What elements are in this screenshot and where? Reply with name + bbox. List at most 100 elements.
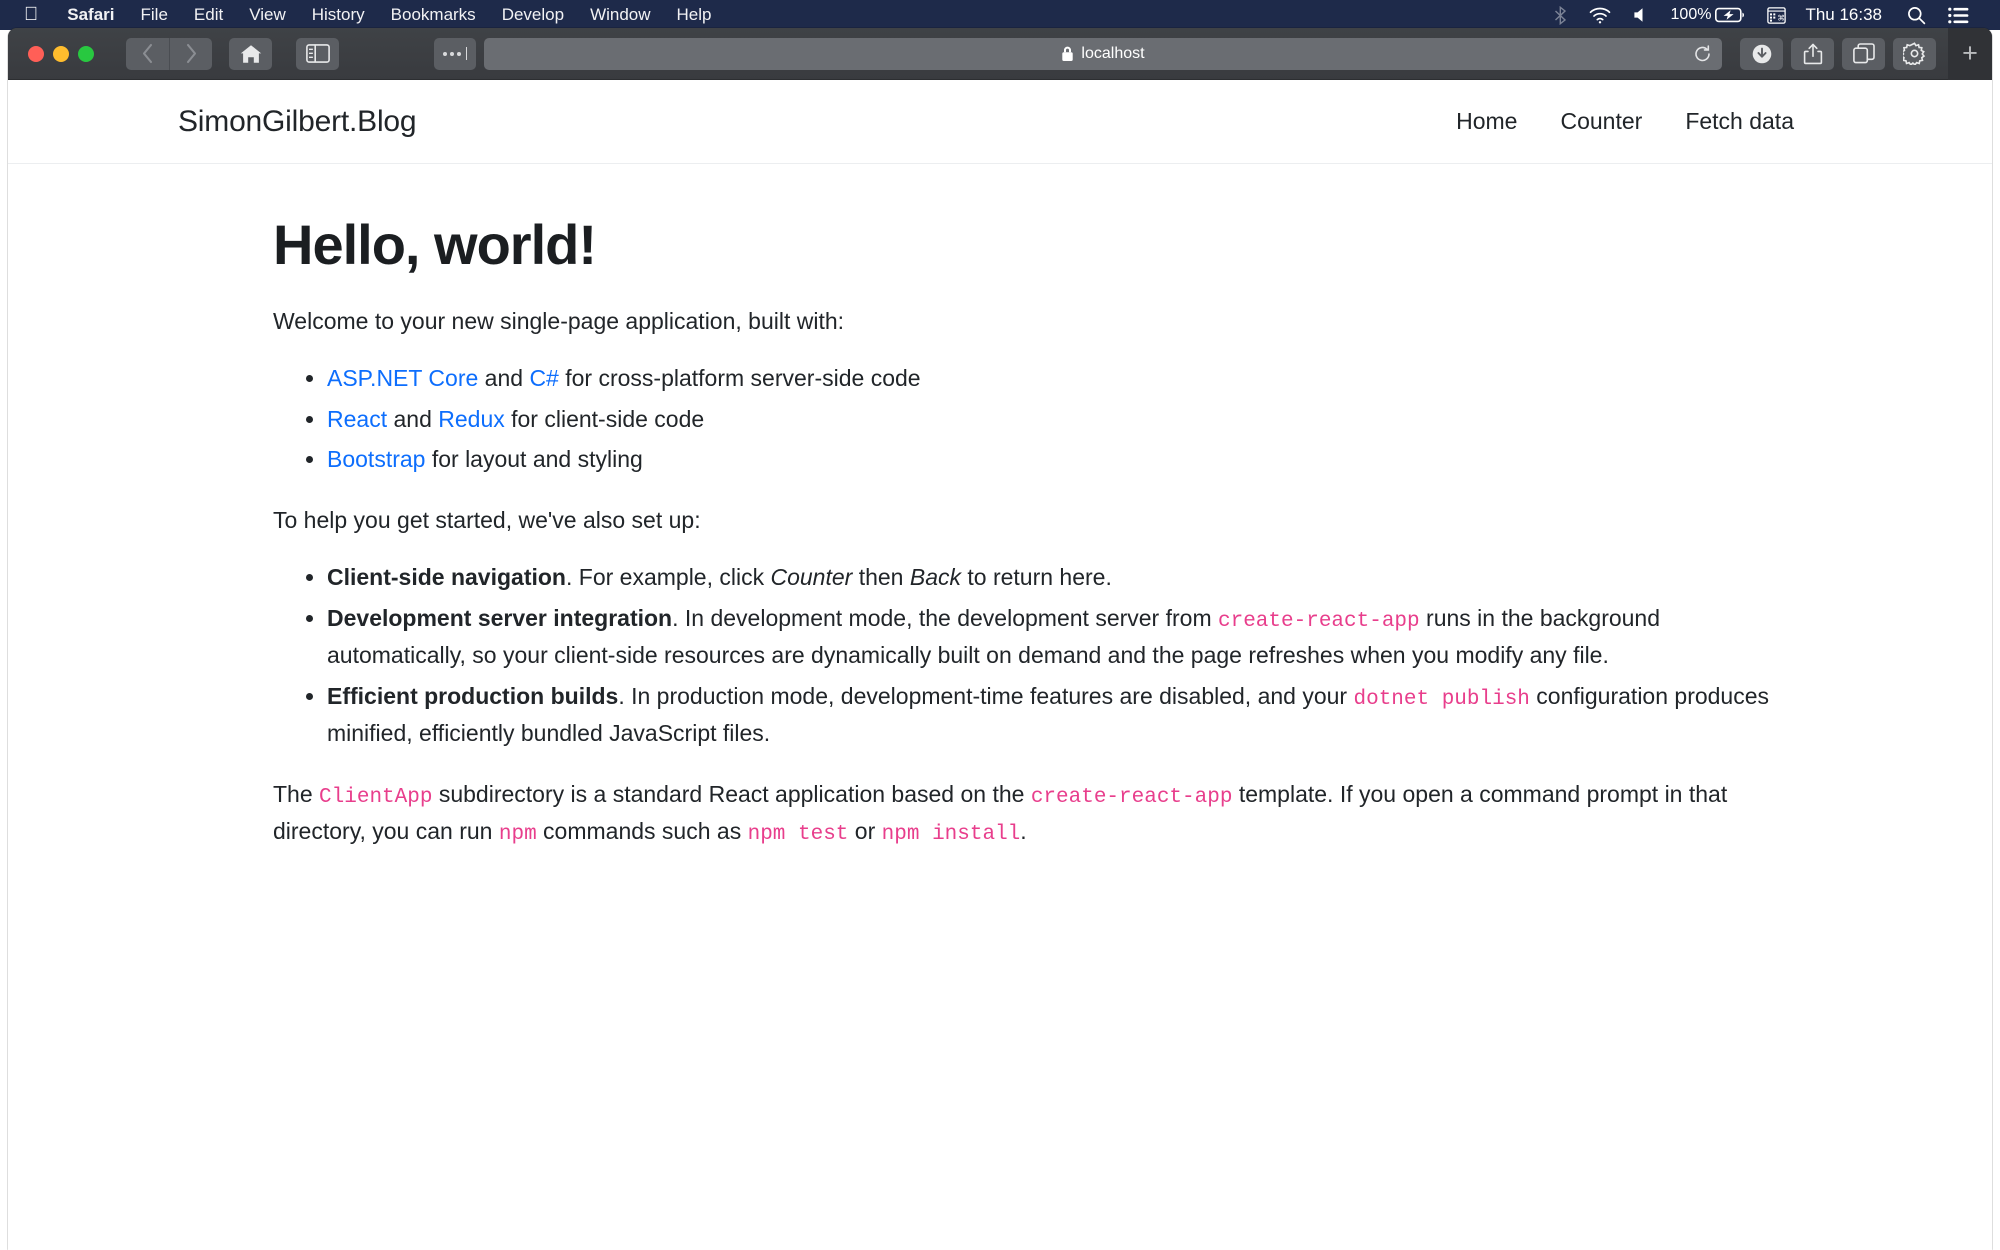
- back-button[interactable]: [126, 37, 169, 70]
- sidebar-toggle-button[interactable]: [296, 37, 339, 70]
- chevron-left-icon: [142, 43, 153, 64]
- list-item: ASP.NET Core and C# for cross-platform s…: [327, 361, 1775, 396]
- spotlight-search-icon[interactable]: [1896, 6, 1937, 25]
- feature-text: then: [852, 564, 910, 591]
- address-bar[interactable]: localhost: [484, 37, 1722, 70]
- list-item: Bootstrap for layout and styling: [327, 442, 1775, 477]
- feature-emphasis-counter: Counter: [770, 564, 853, 591]
- menu-item-file[interactable]: File: [128, 0, 181, 30]
- home-button[interactable]: [229, 37, 272, 70]
- list-item: Development server integration. In devel…: [327, 601, 1775, 673]
- downloads-icon: [1752, 44, 1771, 63]
- battery-percent-label: 100%: [1670, 6, 1712, 23]
- tech-tail-text: for layout and styling: [425, 446, 643, 473]
- site-nav-links: Home Counter Fetch data: [1456, 108, 1944, 135]
- ellipsis-dot: [442, 51, 447, 56]
- closing-text: or: [848, 817, 882, 844]
- address-bar-url-text: localhost: [1081, 44, 1145, 62]
- menu-bar-status-items: 100% ⌘ Thu 16:38: [1543, 0, 1986, 30]
- menu-item-develop[interactable]: Develop: [489, 0, 577, 30]
- nav-link-counter[interactable]: Counter: [1560, 108, 1642, 135]
- new-tab-button[interactable]: +: [1948, 28, 1992, 80]
- link-aspnet-core[interactable]: ASP.NET Core: [327, 365, 478, 391]
- home-icon: [240, 44, 261, 63]
- battery-status[interactable]: 100%: [1660, 0, 1757, 30]
- tech-mid-text: and: [387, 405, 439, 432]
- code-dotnet-publish: dotnet publish: [1353, 688, 1530, 712]
- menu-item-help[interactable]: Help: [664, 0, 725, 30]
- feature-emphasis-back: Back: [909, 564, 961, 591]
- nav-link-fetch-data[interactable]: Fetch data: [1685, 108, 1794, 135]
- closing-paragraph: The ClientApp subdirectory is a standard…: [273, 777, 1775, 851]
- menu-bar-app-menus:  Safari File Edit View History Bookmark…: [14, 0, 725, 30]
- menu-item-bookmarks[interactable]: Bookmarks: [378, 0, 489, 30]
- closing-text: .: [1020, 817, 1027, 844]
- code-clientapp: ClientApp: [319, 786, 433, 810]
- forward-button[interactable]: [169, 37, 212, 70]
- extensions-overflow-button[interactable]: [434, 37, 476, 70]
- volume-icon[interactable]: [1622, 7, 1660, 23]
- sidebar-icon: [305, 44, 330, 63]
- input-source-icon[interactable]: ⌘: [1756, 6, 1797, 24]
- tab-overview-icon: [1852, 43, 1875, 64]
- menu-item-window[interactable]: Window: [577, 0, 663, 30]
- share-button[interactable]: [1791, 37, 1834, 70]
- battery-charging-icon: [1715, 7, 1745, 23]
- closing-text: The: [273, 781, 320, 808]
- close-window-button[interactable]: [28, 45, 44, 62]
- list-item: Efficient production builds. In producti…: [327, 679, 1775, 751]
- tech-mid-text: and: [478, 364, 530, 391]
- menu-bar-clock[interactable]: Thu 16:38: [1797, 0, 1896, 30]
- site-brand[interactable]: SimonGilbert.Blog: [48, 105, 417, 139]
- reload-button[interactable]: [1693, 44, 1712, 63]
- code-create-react-app: create-react-app: [1030, 786, 1233, 810]
- list-item: React and Redux for client-side code: [327, 402, 1775, 437]
- navigation-button-group: [126, 37, 212, 70]
- control-center-icon[interactable]: [1937, 7, 1980, 24]
- link-redux[interactable]: Redux: [438, 406, 504, 432]
- nav-link-home[interactable]: Home: [1456, 108, 1517, 135]
- address-bar-content: localhost: [1061, 44, 1145, 63]
- link-bootstrap[interactable]: Bootstrap: [327, 446, 425, 472]
- feature-text: . In development mode, the development s…: [672, 605, 1218, 632]
- feature-title: Client-side navigation: [327, 564, 566, 591]
- downloads-button[interactable]: [1740, 37, 1783, 70]
- code-npm: npm: [498, 822, 537, 846]
- feature-text: . In production mode, development-time f…: [618, 683, 1354, 710]
- web-page-viewport: SimonGilbert.Blog Home Counter Fetch dat…: [8, 80, 1992, 1250]
- closing-text: subdirectory is a standard React applica…: [432, 781, 1031, 808]
- page-title: Hello, world!: [273, 213, 597, 276]
- safari-toolbar: localhost +: [8, 28, 1992, 80]
- feature-title: Development server integration: [327, 605, 673, 632]
- menu-item-history[interactable]: History: [299, 0, 378, 30]
- link-react[interactable]: React: [327, 406, 387, 432]
- tech-tail-text: for client-side code: [504, 405, 705, 432]
- zoom-window-button[interactable]: [78, 45, 94, 62]
- code-create-react-app: create-react-app: [1218, 610, 1420, 634]
- menu-item-view[interactable]: View: [236, 0, 299, 30]
- svg-text:⌘: ⌘: [1778, 13, 1785, 22]
- tech-tail-text: for cross-platform server-side code: [558, 364, 921, 391]
- apple-logo-icon[interactable]: : [14, 5, 54, 24]
- site-navbar: SimonGilbert.Blog Home Counter Fetch dat…: [8, 80, 1992, 164]
- feature-text: to return here.: [961, 564, 1112, 591]
- page-content: Hello, world! Welcome to your new single…: [95, 164, 1905, 851]
- toolbar-right-buttons: +: [1740, 28, 1992, 80]
- menu-item-safari[interactable]: Safari: [54, 0, 127, 30]
- intro-paragraph: Welcome to your new single-page applicat…: [273, 307, 845, 334]
- safari-window: localhost + SimonGilbert.Blog Home Count…: [8, 28, 1992, 1250]
- settings-button[interactable]: [1893, 37, 1936, 70]
- code-npm-install: npm install: [881, 822, 1021, 846]
- macos-menu-bar:  Safari File Edit View History Bookmark…: [0, 0, 2000, 30]
- ellipsis-dot: [449, 51, 454, 56]
- bluetooth-icon[interactable]: [1543, 5, 1578, 25]
- tab-overview-button[interactable]: [1842, 37, 1885, 70]
- ellipsis-dot: [456, 51, 461, 56]
- ellipsis-caret: [465, 47, 468, 60]
- wifi-icon[interactable]: [1578, 7, 1622, 24]
- menu-item-edit[interactable]: Edit: [181, 0, 236, 30]
- lock-icon: [1062, 46, 1074, 61]
- minimize-window-button[interactable]: [53, 45, 69, 62]
- link-csharp[interactable]: C#: [529, 365, 558, 391]
- gear-icon: [1903, 42, 1926, 65]
